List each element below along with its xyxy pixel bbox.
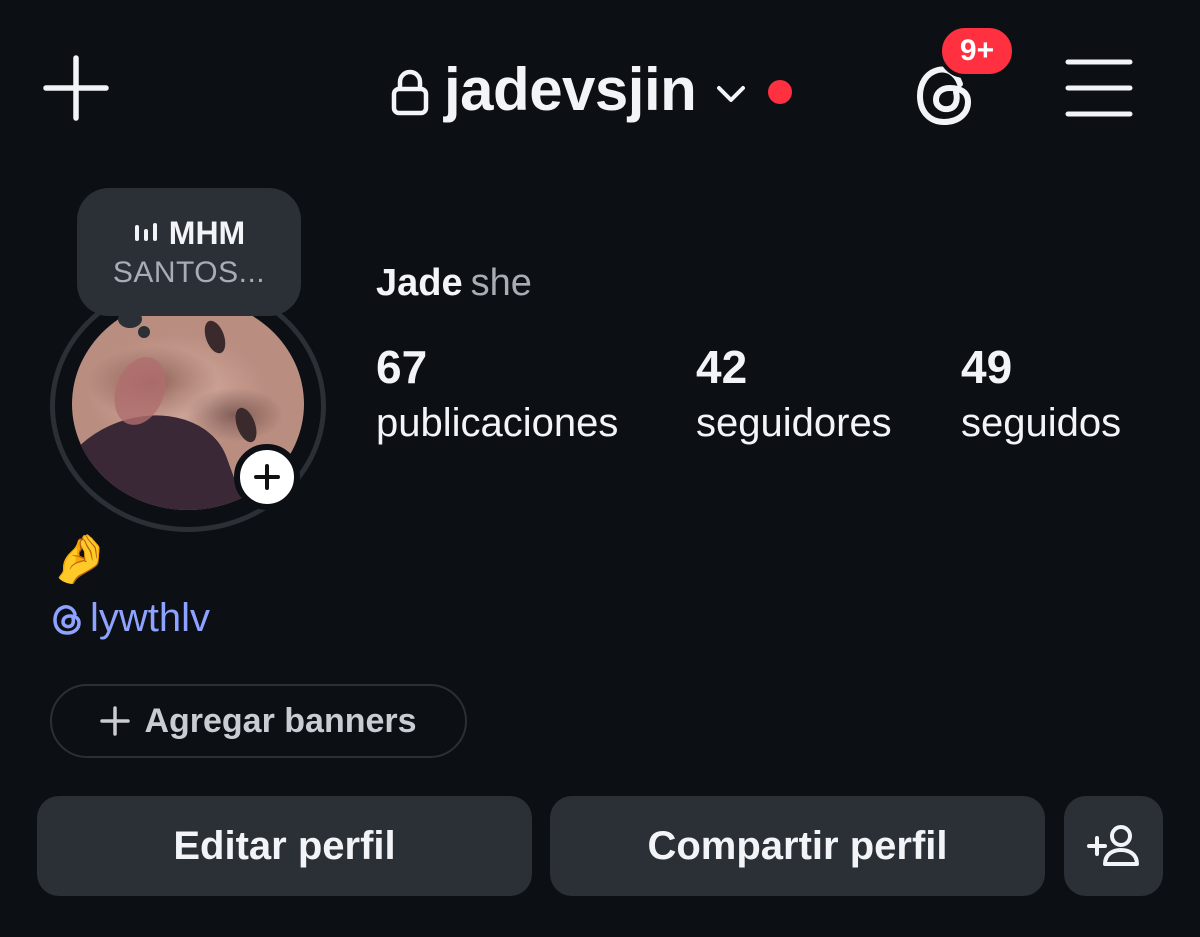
add-banners-label: Agregar banners [144,701,417,740]
share-profile-label: Compartir perfil [647,823,948,868]
stat-value: 67 [376,341,428,393]
unread-dot [768,80,793,104]
stat-following[interactable]: 49 seguidos [961,340,1121,451]
chevron-down-icon [714,77,748,111]
lock-icon [390,69,430,117]
stat-followers[interactable]: 42 seguidores [696,340,892,451]
waveform-icon [133,221,159,245]
add-person-icon [1086,824,1141,868]
add-story-button[interactable] [234,444,300,510]
bio-emoji: 🤌 [50,533,110,586]
plus-icon [254,464,280,490]
music-note-bubble[interactable]: MHM SANTOS... [77,188,301,316]
account-switcher[interactable]: jadevsjin [390,52,793,128]
profile-name-row: Jade she [376,262,532,305]
stat-value: 42 [696,341,748,393]
username: jadevsjin [444,56,697,123]
edit-profile-button[interactable]: Editar perfil [37,796,532,896]
share-profile-button[interactable]: Compartir perfil [550,796,1045,896]
note-title: MHM [168,214,246,251]
display-name: Jade [376,262,463,304]
add-banners-button[interactable]: Agregar banners [50,684,467,758]
stat-label: seguidos [961,401,1122,446]
notification-badge: 9+ [938,24,1016,78]
discover-people-button[interactable] [1064,796,1163,896]
stat-label: seguidores [696,401,892,446]
threads-icon [50,600,86,638]
note-subtitle: SANTOS... [112,255,266,289]
stat-value: 49 [961,341,1013,393]
pronouns: she [470,262,532,304]
threads-handle: lywthlv [90,596,211,640]
plus-icon [100,706,131,736]
note-bubble-tail-small [138,326,150,338]
create-plus-icon[interactable] [42,54,110,122]
threads-profile-link[interactable]: lywthlv [50,596,210,641]
stat-posts[interactable]: 67 publicaciones [376,340,618,451]
edit-profile-label: Editar perfil [173,823,396,868]
menu-icon[interactable] [1064,56,1134,120]
stat-label: publicaciones [376,401,619,446]
